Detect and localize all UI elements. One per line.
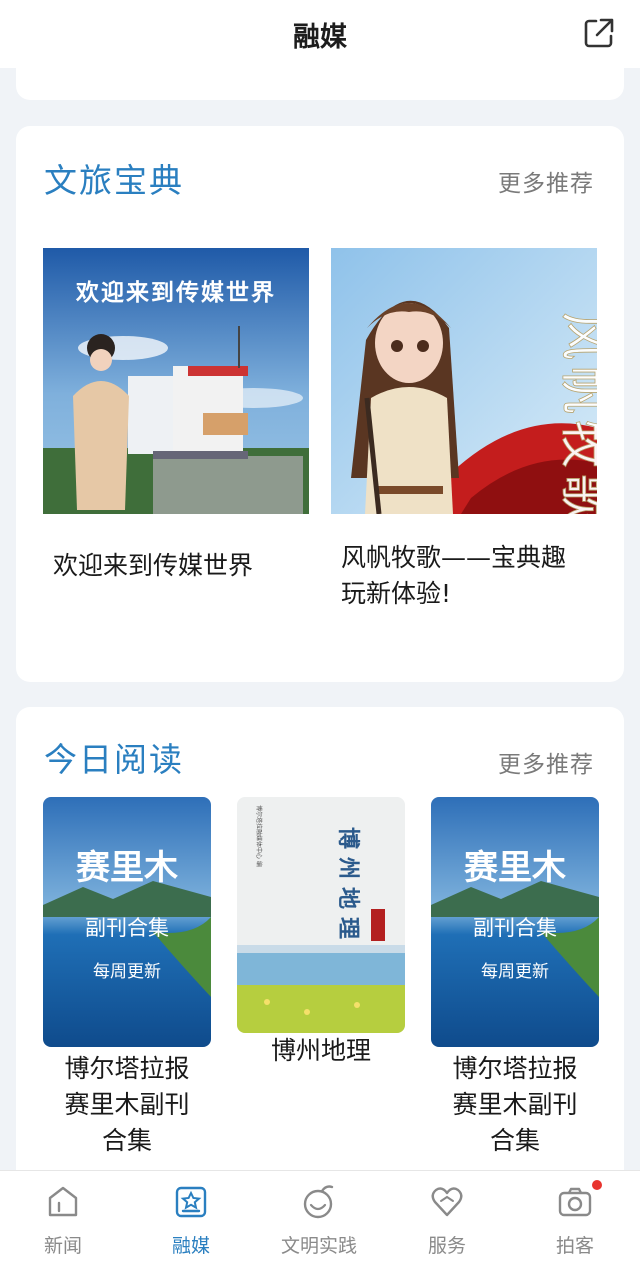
- section-title-reading: 今日阅读: [44, 740, 184, 779]
- sailimu-title: 赛里木: [76, 848, 178, 888]
- star-tablet-icon: [175, 1186, 207, 1218]
- share-icon[interactable]: [582, 16, 616, 50]
- tab-label-media: 融媒: [171, 1235, 210, 1257]
- bozhou-geography-publisher: 博尔塔拉融媒体中心 编: [255, 805, 263, 867]
- tab-services[interactable]: 服务: [392, 1183, 502, 1258]
- reading-section-card: 今日阅读 更多推荐 赛里木 副刊合集 每周更新 博尔塔拉报赛里木副刊合集 博州地…: [16, 707, 624, 1187]
- sail-song-cover-text: 风帆牧歌: [555, 312, 597, 514]
- sailimu-cover-image-2: 赛里木 副刊合集 每周更新: [431, 797, 599, 1047]
- bottom-tab-bar: 新闻 融媒 文明实践 服务 拍客: [0, 1170, 640, 1277]
- tab-news[interactable]: 新闻: [8, 1183, 118, 1258]
- top-bar: 融媒: [0, 0, 640, 68]
- section-title-culture: 文旅宝典: [44, 161, 184, 200]
- tab-civilization[interactable]: 文明实践: [264, 1183, 374, 1258]
- bozhou-geography-title: 博州地理: [335, 827, 361, 947]
- tab-reporter[interactable]: 拍客: [520, 1180, 630, 1258]
- home-icon: [48, 1186, 78, 1217]
- feature-label-media-world: 欢迎来到传媒世界: [53, 551, 254, 580]
- lantern-icon: [303, 1185, 334, 1219]
- tab-label-civilization: 文明实践: [280, 1235, 357, 1257]
- notification-dot: [592, 1180, 602, 1190]
- media-world-cover-text: 欢迎来到传媒世界: [75, 279, 276, 306]
- more-link-reading[interactable]: 更多推荐: [498, 745, 594, 779]
- sailimu-cover-image: 赛里木 副刊合集 每周更新: [43, 797, 211, 1047]
- sailimu-title-2: 赛里木: [464, 848, 566, 888]
- sail-song-cover-image: 风帆牧歌: [331, 248, 597, 514]
- feature-label-sail-song: 风帆牧歌——宝典趣玩新体验!: [341, 543, 567, 608]
- bozhou-geography-cover-image: 博州地理 博尔塔拉融媒体中心 编: [237, 797, 405, 1033]
- feature-item-sail-song[interactable]: 风帆牧歌 风帆牧歌——宝典趣玩新体验!: [331, 248, 597, 612]
- media-world-cover-image: 欢迎来到传媒世界: [43, 248, 309, 514]
- book-label-bozhou-geography: 博州地理: [270, 1036, 371, 1065]
- previous-card-bottom: [16, 68, 624, 100]
- camera-icon: [558, 1187, 592, 1217]
- sailimu-subtitle: 副刊合集: [85, 916, 169, 940]
- tab-label-reporter: 拍客: [555, 1235, 594, 1257]
- sailimu-subtitle-2: 副刊合集: [473, 916, 557, 940]
- book-item-sailimu-1[interactable]: 赛里木 副刊合集 每周更新 博尔塔拉报赛里木副刊合集: [43, 797, 211, 1159]
- book-item-sailimu-2[interactable]: 赛里木 副刊合集 每周更新 博尔塔拉报赛里木副刊合集: [431, 797, 599, 1159]
- culture-section-card: 文旅宝典 更多推荐 欢迎来到传媒世界 欢迎来到传媒世界 风帆牧歌 风帆牧歌——宝…: [16, 126, 624, 682]
- book-label-sailimu-2: 博尔塔拉报赛里木副刊合集: [452, 1054, 578, 1155]
- tab-media[interactable]: 融媒: [136, 1183, 246, 1258]
- book-label-sailimu-1: 博尔塔拉报赛里木副刊合集: [64, 1054, 190, 1155]
- book-item-bozhou-geography[interactable]: 博州地理 博尔塔拉融媒体中心 编 博州地理: [237, 797, 405, 1069]
- heart-icon: [431, 1187, 463, 1217]
- more-link-culture[interactable]: 更多推荐: [498, 164, 594, 198]
- sailimu-note: 每周更新: [93, 962, 161, 982]
- tab-label-news: 新闻: [43, 1235, 82, 1257]
- feature-item-media-world[interactable]: 欢迎来到传媒世界 欢迎来到传媒世界: [43, 248, 309, 584]
- tab-label-services: 服务: [427, 1235, 466, 1257]
- page-title: 融媒: [293, 21, 347, 53]
- sailimu-note-2: 每周更新: [481, 962, 549, 982]
